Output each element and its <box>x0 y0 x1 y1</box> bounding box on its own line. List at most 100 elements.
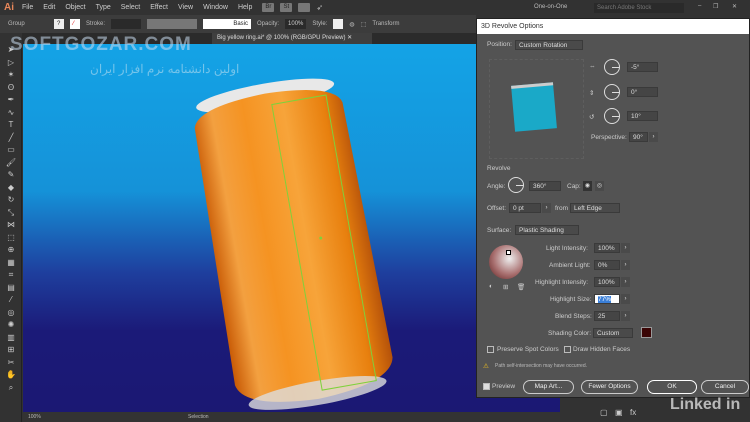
shading-color-select[interactable]: Custom <box>593 328 633 338</box>
lighting-sphere[interactable] <box>489 245 523 279</box>
fx-icon[interactable]: fx <box>630 408 636 417</box>
cube-preview[interactable] <box>511 82 557 132</box>
transform-link[interactable]: Transform <box>372 21 399 27</box>
z-rotation-input[interactable]: 10° <box>627 111 658 121</box>
recolor-icon[interactable]: ◍ <box>349 21 354 28</box>
move-light-back-icon[interactable]: ◐ <box>489 283 493 290</box>
pen-tool-icon[interactable]: ✒ <box>0 94 22 107</box>
highlight-intensity-input[interactable]: 100% <box>594 277 620 287</box>
map-art-button[interactable]: Map Art... <box>523 380 574 394</box>
fill-swatch[interactable]: ? <box>54 19 64 29</box>
document-tab[interactable]: Big yellow ring.ai* @ 100% (RGB/GPU Prev… <box>212 33 372 44</box>
stock-button[interactable]: St <box>280 3 293 12</box>
perspective-slider-button[interactable]: › <box>649 132 658 142</box>
zoom-tool-icon[interactable]: ⌕ <box>0 382 22 395</box>
light-intensity-slider-button[interactable]: › <box>621 243 630 253</box>
arrange-documents-icon[interactable] <box>298 3 311 12</box>
position-select[interactable]: Custom Rotation <box>515 40 583 50</box>
search-stock-input[interactable]: Search Adobe Stock <box>594 3 684 13</box>
close-button[interactable]: ✕ <box>732 3 737 10</box>
blend-steps-input[interactable]: 25 <box>594 311 620 321</box>
from-select[interactable]: Left Edge <box>570 203 620 213</box>
zoom-level[interactable]: 100% <box>28 412 41 422</box>
curvature-tool-icon[interactable]: ∿ <box>0 107 22 120</box>
z-rotation-dial[interactable] <box>604 108 620 124</box>
artboard-tool-icon[interactable]: ⊞ <box>0 344 22 357</box>
shape-builder-tool-icon[interactable]: ⊕ <box>0 244 22 257</box>
angle-input[interactable]: 360° <box>529 181 561 191</box>
blend-tool-icon[interactable]: ◎ <box>0 307 22 320</box>
y-rotation-input[interactable]: 0° <box>627 87 658 97</box>
angle-dial[interactable] <box>508 177 524 193</box>
restore-button[interactable]: ❐ <box>713 3 718 10</box>
style-swatch[interactable] <box>333 19 344 29</box>
width-tool-icon[interactable]: ⋈ <box>0 219 22 232</box>
x-rotation-input[interactable]: -5° <box>627 62 658 72</box>
free-transform-tool-icon[interactable]: ⬚ <box>0 232 22 245</box>
minimize-button[interactable]: – <box>698 3 701 9</box>
menu-type[interactable]: Type <box>96 4 111 11</box>
symbol-sprayer-tool-icon[interactable]: ✺ <box>0 319 22 332</box>
lasso-tool-icon[interactable]: ʘ <box>0 82 22 95</box>
blend-steps-slider-button[interactable]: › <box>621 311 630 321</box>
opacity-input[interactable]: 100% <box>285 19 307 29</box>
paintbrush-tool-icon[interactable]: 🖌 <box>0 157 22 170</box>
cancel-button[interactable]: Cancel <box>701 380 749 394</box>
new-sublayer-icon[interactable]: ▣ <box>615 408 623 417</box>
menu-file[interactable]: File <box>22 4 33 11</box>
stroke-weight-input[interactable] <box>111 19 142 29</box>
line-tool-icon[interactable]: ╱ <box>0 132 22 145</box>
cap-off-button[interactable]: ◎ <box>595 181 604 191</box>
slice-tool-icon[interactable]: ✂ <box>0 357 22 370</box>
type-tool-icon[interactable]: T <box>0 119 22 132</box>
menu-window[interactable]: Window <box>203 4 228 11</box>
rectangle-tool-icon[interactable]: ▭ <box>0 144 22 157</box>
highlight-intensity-slider-button[interactable]: › <box>621 277 630 287</box>
highlight-size-input[interactable]: 77% <box>594 294 620 304</box>
preserve-spot-colors-checkbox[interactable] <box>487 346 494 353</box>
eyedropper-tool-icon[interactable]: ⁄ <box>0 294 22 307</box>
fewer-options-button[interactable]: Fewer Options <box>581 380 638 394</box>
rocket-icon[interactable]: ➶ <box>316 3 323 12</box>
menu-view[interactable]: View <box>178 4 193 11</box>
mesh-tool-icon[interactable]: ⌗ <box>0 269 22 282</box>
surface-select[interactable]: Plastic Shading <box>515 225 579 235</box>
menu-effect[interactable]: Effect <box>150 4 168 11</box>
workspace-switcher[interactable]: One-on-One <box>534 4 567 10</box>
new-light-icon[interactable]: ⊞ <box>503 283 508 291</box>
ambient-light-slider-button[interactable]: › <box>621 260 630 270</box>
graph-tool-icon[interactable]: ▥ <box>0 332 22 345</box>
rotation-track-cube[interactable] <box>489 59 584 159</box>
rotate-tool-icon[interactable]: ↻ <box>0 194 22 207</box>
menu-object[interactable]: Object <box>65 4 85 11</box>
ambient-light-input[interactable]: 0% <box>594 260 620 270</box>
light-intensity-input[interactable]: 100% <box>594 243 620 253</box>
shaper-tool-icon[interactable]: ✎ <box>0 169 22 182</box>
menu-edit[interactable]: Edit <box>43 4 55 11</box>
x-rotation-dial[interactable] <box>604 59 620 75</box>
shading-color-swatch[interactable] <box>641 327 652 338</box>
menu-select[interactable]: Select <box>121 4 140 11</box>
eraser-tool-icon[interactable]: ◆ <box>0 182 22 195</box>
current-tool[interactable]: Selection <box>188 412 209 422</box>
cap-on-button[interactable]: ◉ <box>583 181 592 191</box>
y-rotation-dial[interactable] <box>604 84 620 100</box>
gradient-tool-icon[interactable]: ▤ <box>0 282 22 295</box>
delete-light-icon[interactable]: 🗑 <box>517 283 525 291</box>
highlight-size-slider-button[interactable]: › <box>621 294 630 304</box>
light-handle[interactable] <box>506 250 511 255</box>
perspective-input[interactable]: 90° <box>629 132 648 142</box>
align-icon[interactable]: ⬚ <box>361 21 367 28</box>
ok-button[interactable]: OK <box>647 380 697 394</box>
make-clipping-mask-icon[interactable]: ▢ <box>600 408 608 417</box>
perspective-grid-tool-icon[interactable]: ▦ <box>0 257 22 270</box>
bridge-button[interactable]: Br <box>262 3 275 12</box>
stroke-swatch[interactable]: ⁄ <box>70 19 80 29</box>
preview-checkbox[interactable] <box>483 383 490 390</box>
menu-help[interactable]: Help <box>238 4 252 11</box>
scale-tool-icon[interactable]: ⤡ <box>0 207 22 220</box>
variable-width-field[interactable] <box>147 19 198 29</box>
magic-wand-tool-icon[interactable]: ✶ <box>0 69 22 82</box>
draw-hidden-faces-checkbox[interactable] <box>564 346 571 353</box>
brush-definition[interactable]: Basic <box>203 19 252 29</box>
